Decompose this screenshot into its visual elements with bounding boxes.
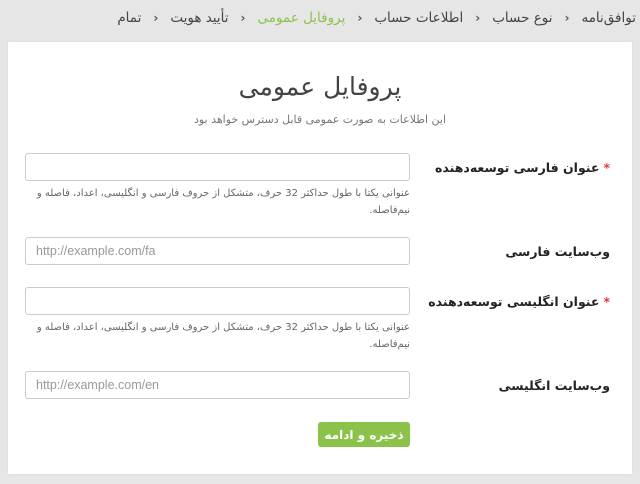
english-title-label: *عنوان انگلیسی توسعه‌دهنده — [428, 294, 610, 309]
save-and-continue-button[interactable]: ذخیره و ادامه — [318, 422, 410, 447]
english-website-label: وب‌سایت انگلیسی — [498, 378, 610, 393]
required-marker: * — [603, 294, 610, 309]
persian-website-input[interactable] — [25, 237, 410, 265]
chevron-left-icon: ‹ — [475, 11, 481, 25]
breadcrumb-step-account-type[interactable]: نوع حساب — [492, 10, 552, 26]
english-title-label-text: عنوان انگلیسی توسعه‌دهنده — [428, 294, 600, 309]
chevron-left-icon: ‹ — [153, 11, 159, 25]
persian-title-label: *عنوان فارسی توسعه‌دهنده — [435, 160, 610, 175]
english-website-input[interactable] — [25, 371, 410, 399]
breadcrumb-step-public-profile: پروفایل عمومی — [257, 10, 346, 26]
breadcrumb-step-account-info[interactable]: اطلاعات حساب — [374, 10, 463, 26]
english-title-help: عنوانی یکتا با طول حداکثر 32 حرف، متشکل … — [36, 322, 410, 350]
page-title: پروفایل عمومی — [238, 72, 402, 101]
persian-title-help: عنوانی یکتا با طول حداکثر 32 حرف، متشکل … — [36, 188, 410, 216]
page-subtitle: این اطلاعات به صورت عمومی قابل دسترس خوا… — [193, 113, 447, 126]
required-marker: * — [603, 160, 610, 175]
breadcrumb-step-agreement[interactable]: توافق‌نامه — [581, 10, 636, 26]
chevron-left-icon: ‹ — [357, 11, 363, 25]
breadcrumb: توافق‌نامه ‹ نوع حساب ‹ اطلاعات حساب ‹ پ… — [0, 0, 640, 36]
chevron-left-icon: ‹ — [240, 11, 246, 25]
breadcrumb-step-finish: تمام — [117, 10, 142, 26]
breadcrumb-step-identity-verification: تأیید هویت — [170, 10, 229, 26]
chevron-left-icon: ‹ — [564, 11, 570, 25]
persian-title-label-text: عنوان فارسی توسعه‌دهنده — [435, 160, 600, 175]
persian-title-input[interactable] — [25, 153, 410, 181]
english-title-input[interactable] — [25, 287, 410, 315]
persian-website-label: وب‌سایت فارسی — [505, 244, 610, 259]
